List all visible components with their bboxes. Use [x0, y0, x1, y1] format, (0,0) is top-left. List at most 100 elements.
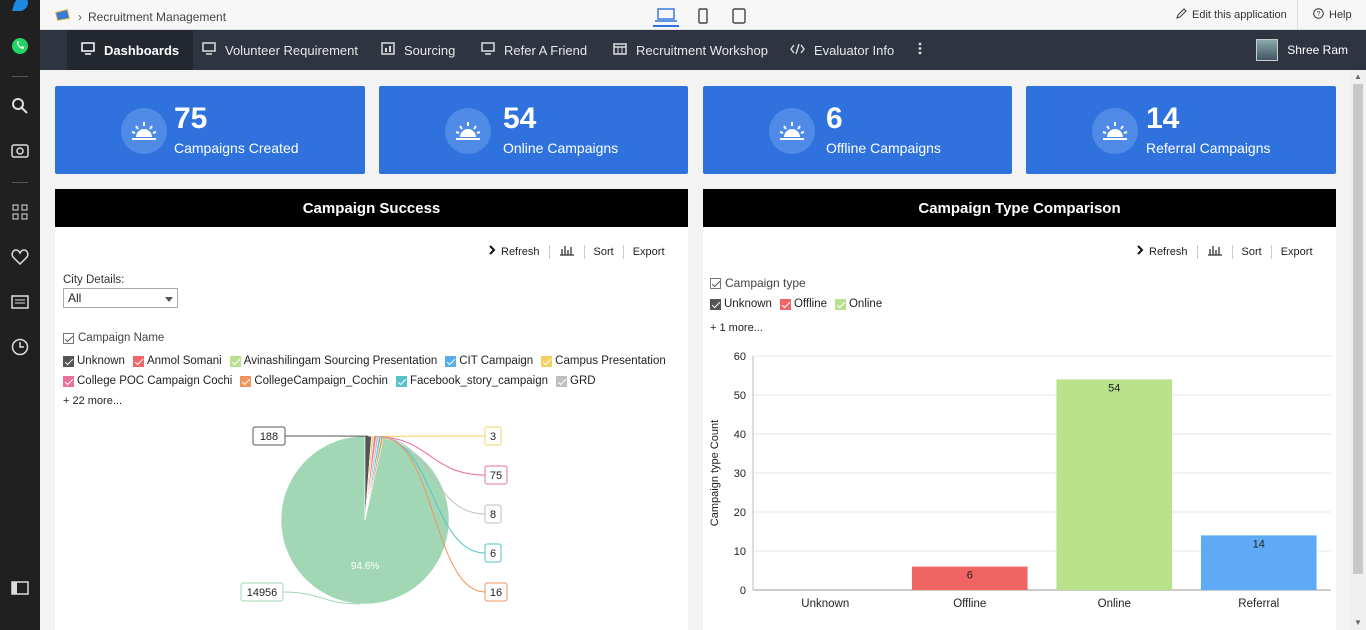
legend-item[interactable]: CollegeCampaign_Cochin [240, 375, 388, 387]
legend-checkbox[interactable] [63, 375, 74, 387]
pie-data-label: 14956 [247, 587, 278, 599]
export-button[interactable]: Export [624, 246, 674, 258]
legend-label: Unknown [77, 355, 125, 367]
legend-item[interactable]: Anmol Somani [132, 355, 222, 367]
chevron-right-icon [1137, 245, 1144, 258]
legend-checkbox[interactable] [229, 355, 241, 367]
kpi-card-campaigns-created[interactable]: 75 Campaigns Created [55, 86, 365, 174]
legend-item[interactable]: GRD [556, 375, 596, 387]
campaign-success-panel: Campaign Success Refresh Sort Export Cit… [55, 189, 688, 630]
chart-type-button[interactable] [550, 244, 584, 259]
tab-dashboards[interactable]: Dashboards [67, 30, 194, 70]
kpi-card-offline-campaigns[interactable]: 6 Offline Campaigns [703, 86, 1012, 174]
legend-checkbox[interactable] [541, 355, 553, 367]
legend-item[interactable]: Avinashilingam Sourcing Presentation [229, 355, 437, 367]
legend-item[interactable]: CIT Campaign [445, 355, 533, 367]
export-button[interactable]: Export [1272, 246, 1322, 258]
legend-checkbox[interactable] [445, 355, 457, 367]
sort-button[interactable]: Sort [1233, 246, 1271, 258]
help-circle-icon: ? [1313, 8, 1324, 22]
scroll-up-icon[interactable]: ▲ [1354, 72, 1362, 81]
pie-chart[interactable]: 94.6% 188 3 75 8 6 16 14956 [55, 420, 688, 630]
app-logo-icon[interactable] [54, 8, 72, 25]
monitor-icon [481, 42, 495, 58]
whatsapp-icon[interactable] [10, 36, 30, 56]
sidebar-toggle-icon[interactable] [10, 578, 30, 598]
tab-label: Recruitment Workshop [636, 42, 768, 58]
panel-title: Campaign Type Comparison [703, 189, 1336, 227]
tab-label: Refer A Friend [504, 42, 588, 58]
main-nav: Dashboards Volunteer Requirement Sourcin… [40, 30, 1366, 70]
legend-title[interactable]: Campaign Name [63, 332, 164, 344]
scrollbar-thumb[interactable] [1353, 84, 1363, 574]
city-filter-select[interactable]: All [63, 288, 178, 308]
chart-type-button[interactable] [1198, 244, 1232, 259]
panel-title: Campaign Success [55, 189, 688, 227]
tablet-view-icon[interactable] [726, 5, 752, 27]
tab-evaluator-info[interactable]: Evaluator Info [774, 30, 910, 70]
legend-select-all-checkbox[interactable] [63, 332, 74, 344]
bar-chart[interactable]: 0 10 20 30 40 50 60 Campaign type Count Unknown 6… [703, 350, 1336, 630]
news-icon[interactable] [10, 292, 30, 312]
legend-checkbox[interactable] [834, 298, 846, 310]
legend-checkbox[interactable] [132, 355, 144, 367]
kpi-card-online-campaigns[interactable]: 54 Online Campaigns [379, 86, 688, 174]
refresh-label: Refresh [501, 245, 540, 258]
legend-item[interactable]: Unknown [63, 355, 125, 367]
laptop-view-icon[interactable] [653, 5, 679, 27]
legend-checkbox[interactable] [710, 298, 721, 310]
y-axis-label: Campaign type Count [709, 420, 721, 526]
refresh-button[interactable]: Refresh [480, 245, 549, 258]
bar [1056, 379, 1173, 590]
campaign-type-comparison-panel: Campaign Type Comparison Refresh Sort Ex… [703, 189, 1336, 630]
legend-more-link[interactable]: + 1 more... [710, 322, 763, 334]
legend-checkbox[interactable] [63, 355, 74, 367]
legend-item[interactable]: Campus Presentation [541, 355, 666, 367]
camera-icon[interactable] [10, 140, 30, 160]
clock-icon[interactable] [10, 337, 30, 357]
messenger-icon[interactable] [10, 0, 30, 14]
legend-item[interactable]: Offline [779, 298, 827, 310]
legend-label: GRD [570, 375, 596, 387]
legend-select-all-checkbox[interactable] [710, 277, 721, 289]
legend-item[interactable]: Facebook_story_campaign [395, 375, 548, 387]
kpi-label: Referral Campaigns [1146, 140, 1271, 156]
app-topbar: › Recruitment Management Edit this appli… [40, 0, 1366, 30]
user-menu[interactable]: Shree Ram [1256, 39, 1348, 61]
legend-item[interactable]: College POC Campaign Cochi [63, 375, 232, 387]
bar-chart-icon [1207, 244, 1223, 259]
campaign-icon [769, 108, 815, 154]
tab-label: Evaluator Info [814, 42, 895, 58]
kpi-card-referral-campaigns[interactable]: 14 Referral Campaigns [1026, 86, 1336, 174]
tab-volunteer-requirement[interactable]: Volunteer Requirement [186, 30, 374, 70]
legend-item[interactable]: Online [834, 298, 882, 310]
legend-checkbox[interactable] [240, 375, 252, 387]
legend-row: College POC Campaign Cochi CollegeCampai… [63, 375, 604, 387]
help-button[interactable]: ? Help [1313, 8, 1352, 22]
y-tick-label: 20 [734, 507, 746, 519]
sort-button[interactable]: Sort [585, 246, 623, 258]
legend-title[interactable]: Campaign type [710, 276, 806, 290]
legend-checkbox[interactable] [395, 375, 407, 387]
legend-checkbox[interactable] [779, 298, 791, 310]
nav-more-button[interactable] [902, 30, 938, 70]
apps-grid-icon[interactable] [10, 202, 30, 222]
tab-recruitment-workshop[interactable]: Recruitment Workshop [597, 30, 784, 70]
legend-item[interactable]: Unknown [710, 298, 772, 310]
edit-application-button[interactable]: Edit this application [1176, 8, 1287, 22]
y-tick-label: 0 [740, 585, 746, 597]
legend-more-link[interactable]: + 22 more... [63, 395, 122, 407]
legend-checkbox[interactable] [556, 375, 568, 387]
tab-refer-a-friend[interactable]: Refer A Friend [465, 30, 603, 70]
tab-sourcing[interactable]: Sourcing [365, 30, 471, 70]
help-label: Help [1329, 9, 1352, 21]
y-tick-label: 40 [734, 429, 746, 441]
chart-toolbar: Refresh Sort Export [1128, 244, 1322, 259]
heart-icon[interactable] [10, 247, 30, 267]
mobile-view-icon[interactable] [690, 5, 716, 27]
scroll-down-icon[interactable]: ▼ [1354, 618, 1362, 627]
page-scrollbar[interactable]: ▲ ▼ [1350, 70, 1366, 630]
refresh-button[interactable]: Refresh [1128, 245, 1197, 258]
search-icon[interactable] [10, 96, 30, 116]
app-name[interactable]: Recruitment Management [88, 10, 226, 24]
